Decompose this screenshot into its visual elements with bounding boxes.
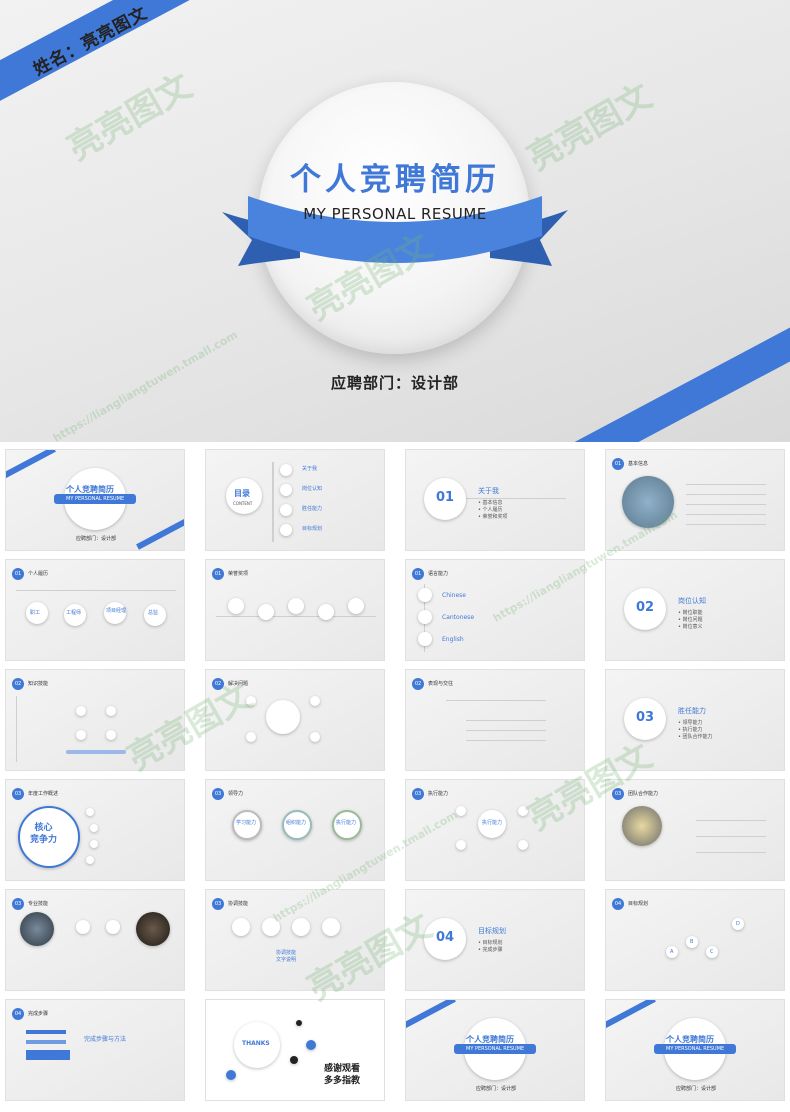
thumb-subtitle: MY PERSONAL RESUME xyxy=(66,496,125,502)
thumb-title: 个人竞聘简历 xyxy=(66,485,114,494)
thumb-annual-summary[interactable]: 03 年度工作概述 核心 竞争力 xyxy=(5,779,185,881)
main-slide: 姓名：亮亮图文 个人竞聘简历 MY PERSONAL RESUME 应聘部门：设… xyxy=(0,0,790,442)
thumb-cover[interactable]: 个人竞聘简历 MY PERSONAL RESUME 应聘部门：设计部 xyxy=(5,449,185,551)
thumb-teamwork[interactable]: 03 团队合作能力 xyxy=(605,779,785,881)
thumb-thanks[interactable]: THANKS 感谢观看 多多指教 xyxy=(205,999,385,1101)
slide-subtitle: MY PERSONAL RESUME xyxy=(303,205,487,223)
department-label: 应聘部门：设计部 xyxy=(330,374,459,392)
profile-photo xyxy=(622,476,674,528)
thumb-professional-skills[interactable]: 03 专业技能 xyxy=(5,889,185,991)
thumb-problem-solving[interactable]: 02 解决问题 xyxy=(205,669,385,771)
thumb-execution[interactable]: 03 执行能力 执行能力 xyxy=(405,779,585,881)
thumb-basic-info[interactable]: 01 基本信息 xyxy=(605,449,785,551)
thumb-contents[interactable]: 目录 CONTENT 关于我 岗位认知 胜任能力 目标规划 xyxy=(205,449,385,551)
thumb-communication[interactable]: 02 表现与交往 xyxy=(405,669,585,771)
thumb-leadership[interactable]: 03 领导力 学习能力 组织能力 执行能力 xyxy=(205,779,385,881)
thumb-section-03[interactable]: 03 胜任能力 • 领导能力 • 执行能力 • 团队合作能力 xyxy=(605,669,785,771)
thumb-dept: 应聘部门：设计部 xyxy=(76,536,117,542)
thumb-language[interactable]: 01 语言能力 Chinese Cantonese English xyxy=(405,559,585,661)
thumb-section-02[interactable]: 02 岗位认知 • 岗位职能 • 岗位问题 • 岗位意义 xyxy=(605,559,785,661)
thumb-cover-repeat-2[interactable]: 个人竞聘简历 MY PERSONAL RESUME 应聘部门：设计部 xyxy=(605,999,785,1101)
thumb-section-01[interactable]: 01 关于我 • 基本信息 • 个人履历 • 荣誉和奖项 xyxy=(405,449,585,551)
thumb-skills[interactable]: 02 知识技能 xyxy=(5,669,185,771)
thumb-steps[interactable]: 04 完成步骤 完成步骤与方法 xyxy=(5,999,185,1101)
thumb-cover-repeat-1[interactable]: 个人竞聘简历 MY PERSONAL RESUME 应聘部门：设计部 xyxy=(405,999,585,1101)
thumb-honors[interactable]: 01 荣誉奖项 xyxy=(205,559,385,661)
contents-label: 目录 xyxy=(234,489,250,498)
thumb-coordination[interactable]: 03 协调技能 协调技能 文字说明 xyxy=(205,889,385,991)
slide-thumbnail-grid: 个人竞聘简历 MY PERSONAL RESUME 应聘部门：设计部 目录 CO… xyxy=(5,449,785,1109)
thumb-resume[interactable]: 01 个人履历 职工 工程师 项目经理 总监 xyxy=(5,559,185,661)
thumb-goal-plan[interactable]: 04 目标规划 A B C D xyxy=(605,889,785,991)
thumb-section-04[interactable]: 04 目标规划 • 目标规划 • 完成步骤 xyxy=(405,889,585,991)
